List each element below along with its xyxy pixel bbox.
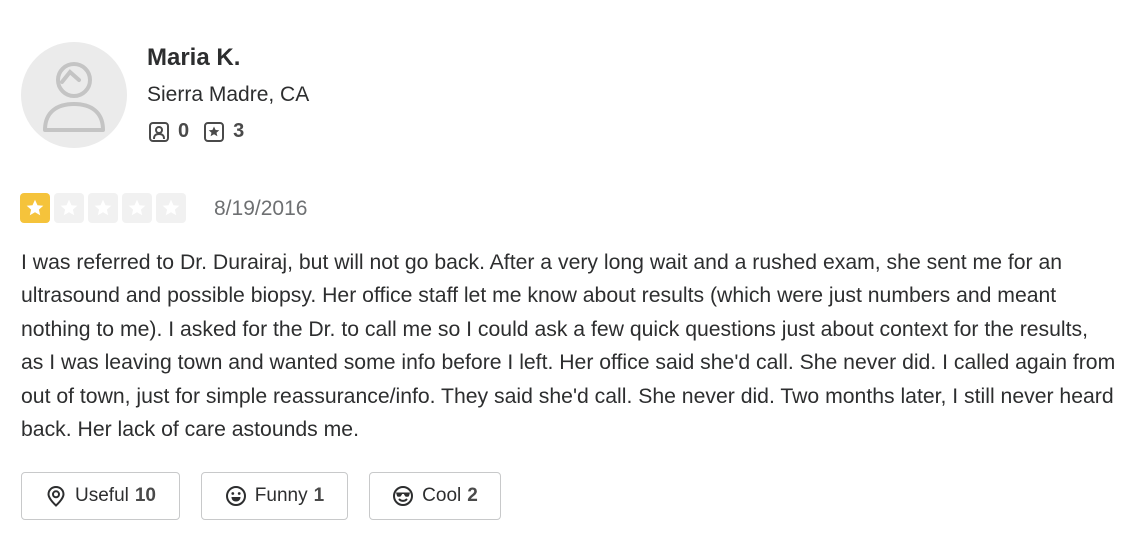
useful-button[interactable]: Useful 10 <box>21 472 180 520</box>
friends-stat: 0 <box>148 120 189 143</box>
user-location: Sierra Madre, CA <box>147 83 310 106</box>
star-1 <box>20 193 50 223</box>
user-stats: 0 3 <box>148 120 258 143</box>
star-rating <box>20 193 190 223</box>
review-text: I was referred to Dr. Durairaj, but will… <box>21 251 1116 442</box>
star-5 <box>156 193 186 223</box>
useful-label: Useful <box>75 485 129 506</box>
funny-label: Funny <box>254 485 308 506</box>
avatar-placeholder-icon <box>43 62 105 132</box>
cool-count: 2 <box>467 485 478 506</box>
star-icon <box>162 199 180 216</box>
review-date: 8/19/2016 <box>214 197 308 220</box>
cool-icon <box>393 486 414 506</box>
cool-button[interactable]: Cool 2 <box>369 472 501 520</box>
funny-count: 1 <box>313 485 325 506</box>
vote-buttons: Useful 10 Funny 1 Cool 2 <box>21 472 522 520</box>
user-name[interactable]: Maria K. <box>147 43 240 73</box>
funny-button[interactable]: Funny 1 <box>201 472 348 520</box>
star-icon <box>94 199 112 216</box>
reviews-count: 3 <box>233 120 245 142</box>
friends-count: 0 <box>178 120 190 142</box>
star-icon <box>60 199 78 216</box>
star-icon <box>128 199 146 216</box>
useful-count: 10 <box>134 485 156 506</box>
star-icon <box>26 199 44 216</box>
avatar[interactable] <box>21 42 127 148</box>
funny-icon <box>225 486 246 506</box>
reviews-stat: 3 <box>203 120 244 143</box>
friends-icon <box>149 121 169 142</box>
useful-icon <box>47 485 65 507</box>
reviews-star-icon <box>204 121 225 142</box>
star-4 <box>122 193 152 223</box>
star-3 <box>88 193 118 223</box>
cool-label: Cool <box>422 485 462 506</box>
star-2 <box>54 193 84 223</box>
